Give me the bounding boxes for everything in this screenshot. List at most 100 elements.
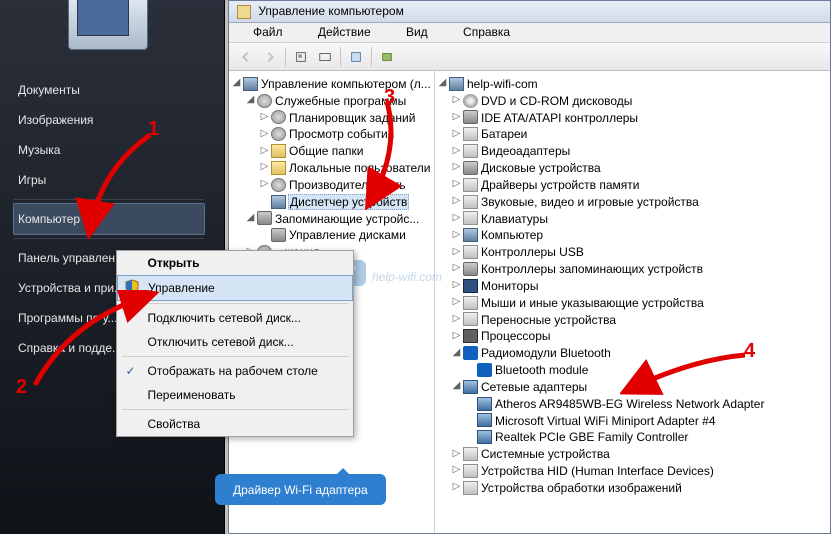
tree-node[interactable]: Клавиатуры	[481, 211, 548, 225]
tree-node[interactable]: DVD и CD-ROM дисководы	[481, 94, 632, 108]
expand-icon[interactable]: ▷	[259, 129, 270, 140]
tree-node[interactable]: Мыши и иные указывающие устройства	[481, 296, 704, 310]
ctx-item-3[interactable]: Отключить сетевой диск...	[118, 330, 353, 354]
tree-node[interactable]: Звуковые, видео и игровые устройства	[481, 195, 699, 209]
tree-node[interactable]: Производительность	[289, 178, 405, 192]
node-icon	[477, 430, 492, 444]
tree-node[interactable]: Сетевые адаптеры	[481, 380, 587, 394]
tree-node[interactable]: Переносные устройства	[481, 312, 616, 326]
tree-node[interactable]: Bluetooth module	[495, 363, 588, 377]
expand-icon[interactable]: ▷	[451, 196, 462, 207]
back-button[interactable]	[235, 46, 257, 68]
expand-icon[interactable]: ▷	[451, 230, 462, 241]
node-icon	[463, 178, 478, 192]
expand-icon[interactable]: ▷	[259, 179, 270, 190]
collapse-icon[interactable]: ◢	[451, 381, 462, 392]
tree-node[interactable]: Просмотр событий	[289, 127, 394, 141]
tree-node[interactable]: Батареи	[481, 127, 527, 141]
expand-icon[interactable]: ▷	[451, 465, 462, 476]
expand-icon[interactable]: ▷	[451, 146, 462, 157]
expand-icon[interactable]: ▷	[451, 331, 462, 342]
expand-icon[interactable]: ▷	[451, 129, 462, 140]
expand-icon[interactable]: ▷	[451, 95, 462, 106]
collapse-icon[interactable]: ◢	[245, 95, 256, 106]
tree-node[interactable]: Общие папки	[289, 144, 363, 158]
node-icon	[271, 110, 286, 124]
tree-node[interactable]: Запоминающие устройс...	[275, 211, 419, 225]
expand-icon[interactable]: ▷	[451, 297, 462, 308]
expand-icon[interactable]: ▷	[451, 112, 462, 123]
expand-icon[interactable]: ▷	[451, 482, 462, 493]
menu-view[interactable]: Вид	[390, 25, 444, 39]
scan-button[interactable]	[376, 46, 398, 68]
properties-button[interactable]	[314, 46, 336, 68]
collapse-icon[interactable]: ◢	[451, 348, 462, 359]
tree-node[interactable]: Microsoft Virtual WiFi Miniport Adapter …	[495, 413, 716, 427]
node-icon	[243, 77, 258, 91]
tree-node[interactable]: Драйверы устройств памяти	[481, 178, 639, 192]
tree-node[interactable]: Процессоры	[481, 329, 551, 343]
forward-button[interactable]	[259, 46, 281, 68]
tree-node[interactable]: Устройства HID (Human Interface Devices)	[481, 464, 714, 478]
expand-icon[interactable]: ▷	[451, 179, 462, 190]
expand-icon[interactable]: ▷	[451, 280, 462, 291]
collapse-icon[interactable]: ◢	[245, 213, 256, 224]
annotation-4: 4	[744, 340, 755, 363]
ctx-item-6[interactable]: Переименовать	[118, 383, 353, 407]
tree-node[interactable]: Устройства обработки изображений	[481, 481, 682, 495]
tree-node[interactable]: Realtek PCIe GBE Family Controller	[495, 430, 688, 444]
ctx-item-5[interactable]: ✓Отображать на рабочем столе	[118, 359, 353, 383]
start-item-4[interactable]: Компьютер	[13, 203, 205, 235]
tree-node[interactable]: Компьютер	[481, 228, 543, 242]
ctx-item-0[interactable]: Управление	[118, 276, 353, 301]
expand-icon[interactable]: ▷	[259, 146, 270, 157]
expand-icon[interactable]: ▷	[451, 314, 462, 325]
node-icon	[463, 94, 478, 108]
menu-help[interactable]: Справка	[447, 25, 526, 39]
node-icon	[463, 296, 478, 310]
expand-icon[interactable]: ▷	[451, 213, 462, 224]
tree-node[interactable]: Управление дисками	[289, 228, 406, 242]
annotation-3: 3	[384, 86, 395, 109]
expand-icon[interactable]: ▷	[451, 449, 462, 460]
menubar: Файл Действие Вид Справка	[229, 23, 830, 43]
ctx-item-2[interactable]: Подключить сетевой диск...	[118, 306, 353, 330]
expand-icon[interactable]: ▷	[451, 162, 462, 173]
tree-node[interactable]: Видеоадаптеры	[481, 144, 570, 158]
expand-icon[interactable]: ▷	[259, 112, 270, 123]
tree-node[interactable]: Управление компьютером (л...	[261, 77, 431, 91]
up-button[interactable]	[290, 46, 312, 68]
titlebar: Управление компьютером	[229, 1, 830, 23]
start-item-3[interactable]: Игры	[14, 165, 204, 195]
collapse-icon[interactable]: ◢	[437, 78, 448, 89]
ctx-item-8[interactable]: Свойства	[118, 412, 353, 436]
tree-node[interactable]: Дисковые устройства	[481, 161, 601, 175]
node-icon	[271, 161, 286, 175]
node-icon	[463, 245, 478, 259]
tree-node[interactable]: Локальные пользователи	[289, 161, 430, 175]
tree-node[interactable]: help-wifi-com	[467, 77, 538, 91]
tree-node[interactable]: IDE ATA/ATAPI контроллеры	[481, 110, 638, 124]
start-item-2[interactable]: Музыка	[14, 135, 204, 165]
menu-file[interactable]: Файл	[237, 25, 299, 39]
expand-icon[interactable]: ▷	[451, 247, 462, 258]
start-item-0[interactable]: Документы	[14, 75, 204, 105]
menu-action[interactable]: Действие	[302, 25, 387, 39]
node-icon	[463, 262, 478, 276]
expand-icon[interactable]: ▷	[451, 263, 462, 274]
start-item-1[interactable]: Изображения	[14, 105, 204, 135]
tree-node[interactable]: Контроллеры запоминающих устройств	[481, 262, 703, 276]
tree-node[interactable]: Мониторы	[481, 279, 538, 293]
ctx-title[interactable]: Открыть	[118, 251, 353, 276]
expand-icon[interactable]: ▷	[259, 162, 270, 173]
tree-node[interactable]: Системные устройства	[481, 447, 610, 461]
help-button[interactable]	[345, 46, 367, 68]
tree-node[interactable]: Планировщик заданий	[289, 110, 415, 124]
tree-node[interactable]: Диспетчер устройств	[288, 194, 409, 210]
tree-node[interactable]: Atheros AR9485WB-EG Wireless Network Ada…	[495, 397, 764, 411]
collapse-icon[interactable]: ◢	[231, 78, 242, 89]
window-title: Управление компьютером	[258, 4, 403, 18]
tree-node[interactable]: Радиомодули Bluetooth	[481, 346, 611, 360]
tree-node[interactable]: Контроллеры USB	[481, 245, 584, 259]
node-icon	[463, 447, 478, 461]
